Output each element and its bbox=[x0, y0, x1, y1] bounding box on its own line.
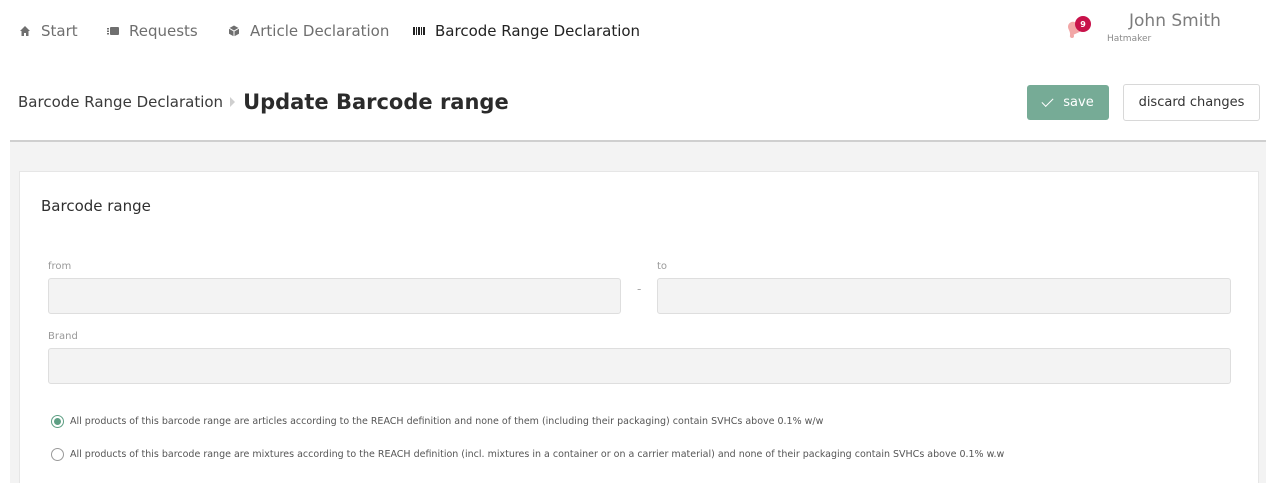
articles-radio[interactable] bbox=[51, 415, 64, 428]
nav-item-barcode-range-declaration[interactable]: Barcode Range Declaration bbox=[413, 21, 640, 41]
mixtures-option-label: All products of this barcode range are m… bbox=[70, 449, 1005, 460]
articles-option[interactable]: All products of this barcode range are a… bbox=[51, 415, 823, 428]
user-role: Hatmaker bbox=[1107, 34, 1152, 44]
brand-input[interactable] bbox=[48, 348, 1231, 384]
nav-item-label: Barcode Range Declaration bbox=[435, 22, 641, 40]
to-label: to bbox=[657, 261, 668, 272]
nav-item-article-declaration[interactable]: Article Declaration bbox=[228, 21, 389, 41]
section-title: Barcode range bbox=[41, 197, 151, 215]
nav-item-start[interactable]: Start bbox=[19, 21, 78, 41]
articles-option-label: All products of this barcode range are a… bbox=[70, 416, 824, 427]
notification-badge: 9 bbox=[1075, 16, 1091, 32]
brand-label: Brand bbox=[48, 331, 78, 342]
nav-item-label: Start bbox=[41, 22, 78, 40]
breadcrumb-parent-link[interactable]: Barcode Range Declaration bbox=[18, 93, 223, 111]
page-title: Update Barcode range bbox=[243, 90, 509, 114]
barcode-icon bbox=[413, 27, 425, 35]
requests-icon bbox=[107, 27, 119, 35]
save-button[interactable]: save bbox=[1027, 85, 1109, 120]
range-separator: - bbox=[637, 282, 642, 296]
user-name[interactable]: John Smith bbox=[1129, 11, 1221, 31]
nav-item-label: Requests bbox=[129, 22, 198, 40]
discard-button-label: discard changes bbox=[1138, 95, 1245, 110]
breadcrumb-separator-icon bbox=[230, 97, 236, 107]
save-button-label: save bbox=[1063, 95, 1094, 110]
from-input[interactable] bbox=[48, 278, 621, 314]
to-input[interactable] bbox=[657, 278, 1231, 314]
discard-changes-button[interactable]: discard changes bbox=[1123, 84, 1260, 121]
check-icon bbox=[1041, 94, 1054, 108]
barcode-range-card: Barcode range from - to Brand All produc… bbox=[19, 171, 1259, 483]
nav-item-requests[interactable]: Requests bbox=[107, 21, 198, 41]
page-header: Barcode Range Declaration Update Barcode… bbox=[0, 62, 1266, 140]
article-icon bbox=[228, 25, 240, 37]
mixtures-radio[interactable] bbox=[51, 448, 64, 461]
mixtures-option[interactable]: All products of this barcode range are m… bbox=[51, 448, 1004, 461]
nav-item-label: Article Declaration bbox=[250, 22, 390, 40]
top-navigation: Start Requests Article Declaration Barco… bbox=[0, 0, 1266, 62]
breadcrumb: Barcode Range Declaration Update Barcode… bbox=[18, 90, 509, 114]
home-icon bbox=[20, 26, 30, 36]
from-label: from bbox=[48, 261, 72, 272]
